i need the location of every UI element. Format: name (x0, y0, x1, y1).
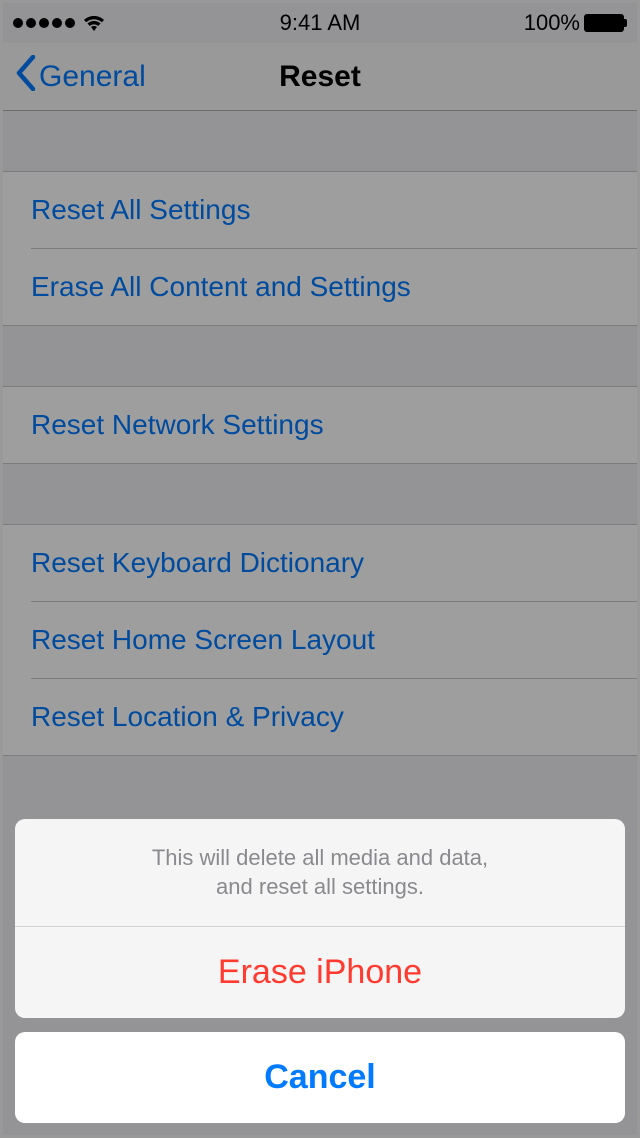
cancel-button[interactable]: Cancel (15, 1032, 625, 1123)
action-sheet: This will delete all media and data, and… (15, 819, 625, 1123)
action-sheet-group: This will delete all media and data, and… (15, 819, 625, 1018)
action-sheet-message: This will delete all media and data, and… (15, 819, 625, 926)
erase-iphone-button[interactable]: Erase iPhone (15, 926, 625, 1018)
sheet-message-line1: This will delete all media and data, (55, 843, 585, 873)
sheet-message-line2: and reset all settings. (55, 872, 585, 902)
